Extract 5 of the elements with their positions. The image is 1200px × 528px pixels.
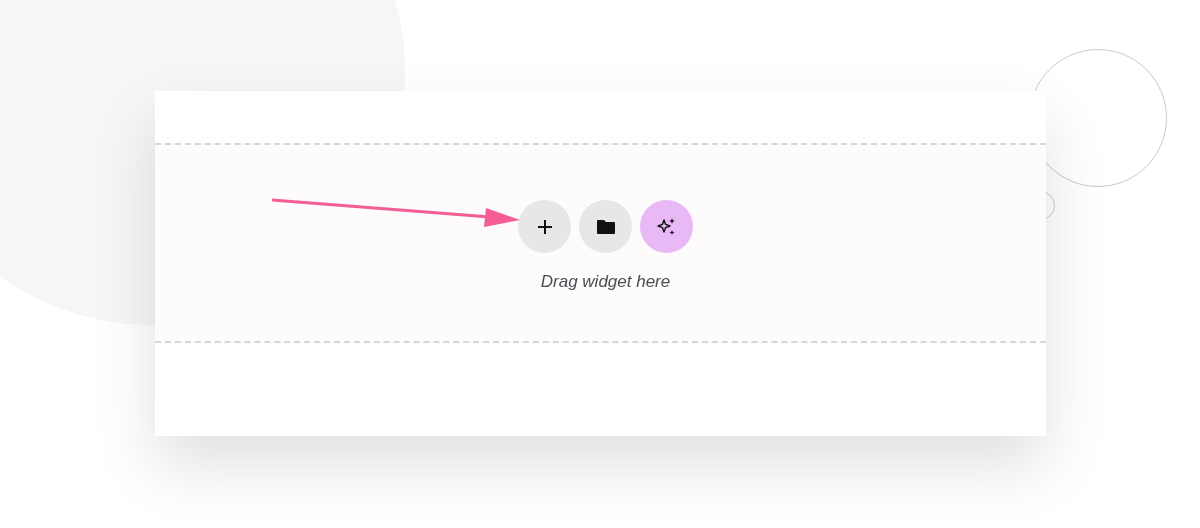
template-button[interactable] <box>579 200 632 253</box>
ai-button[interactable] <box>640 200 693 253</box>
drop-hint: Drag widget here <box>540 272 671 292</box>
folder-icon <box>595 218 616 235</box>
plus-icon <box>536 218 553 235</box>
